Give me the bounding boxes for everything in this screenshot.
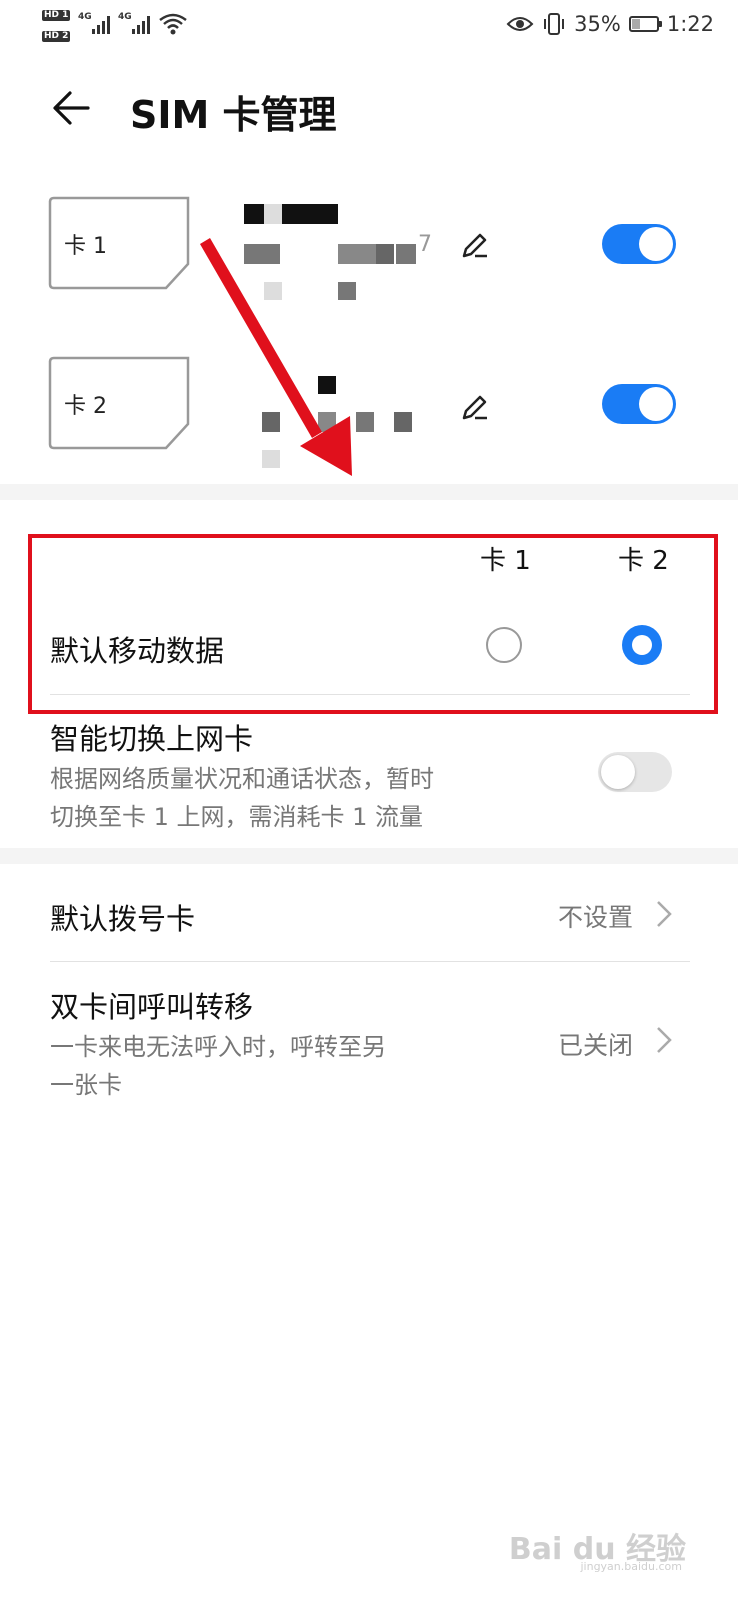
arrow-left-icon[interactable] bbox=[50, 86, 94, 130]
sim-card-2-graphic: 卡 2 bbox=[48, 356, 190, 450]
vibrate-icon bbox=[544, 13, 565, 35]
eye-comfort-icon bbox=[506, 17, 534, 31]
call-forward-value: 已关闭 bbox=[558, 1031, 634, 1060]
sim-card-1-graphic: 卡 1 bbox=[48, 196, 190, 290]
sim1-signal-icon bbox=[92, 14, 110, 34]
column-header-sim2: 卡 2 bbox=[618, 546, 669, 576]
call-forward-row[interactable]: 双卡间呼叫转移 一卡来电无法呼入时，呼转至另 一张卡 已关闭 bbox=[0, 962, 738, 1112]
status-bar: HD 1 HD 2 4G 4G 35% 1:22 bbox=[0, 0, 738, 56]
page-title: SIM 卡管理 bbox=[130, 93, 337, 137]
call-forward-desc-line1: 一卡来电无法呼入时，呼转至另 bbox=[50, 1033, 386, 1061]
sim-card-2-label: 卡 2 bbox=[64, 394, 107, 419]
row-divider bbox=[50, 694, 690, 695]
battery-icon bbox=[628, 16, 662, 32]
default-data-sim2-radio[interactable] bbox=[622, 625, 662, 665]
smart-switch-title: 智能切换上网卡 bbox=[50, 722, 254, 756]
call-forward-title: 双卡间呼叫转移 bbox=[50, 990, 254, 1024]
pencil-icon[interactable] bbox=[460, 392, 490, 422]
annotation-highlight-box bbox=[28, 534, 718, 714]
baidu-jingyan-watermark: Bai du 经验 jingyan.baidu.com bbox=[509, 1524, 686, 1573]
watermark-url: jingyan.baidu.com bbox=[580, 1560, 682, 1573]
default-data-sim1-radio[interactable] bbox=[486, 627, 522, 663]
wifi-icon bbox=[159, 13, 187, 35]
chevron-right-icon bbox=[657, 1027, 672, 1053]
battery-percent: 35% bbox=[574, 12, 621, 36]
pencil-icon[interactable] bbox=[460, 230, 490, 260]
smart-switch-desc-line2: 切换至卡 1 上网，需消耗卡 1 流量 bbox=[50, 803, 424, 831]
call-forward-desc-line2: 一张卡 bbox=[50, 1071, 122, 1099]
default-dial-value: 不设置 bbox=[558, 903, 634, 932]
default-dial-row[interactable]: 默认拨号卡 不设置 bbox=[0, 864, 738, 960]
hd-voice-badge-1: HD 1 bbox=[42, 10, 71, 21]
sim-card-1-toggle[interactable] bbox=[602, 224, 676, 264]
smart-switch-desc-line1: 根据网络质量状况和通话状态，暂时 bbox=[50, 765, 434, 793]
annotation-arrow bbox=[200, 238, 352, 476]
sim2-network-type: 4G bbox=[118, 12, 132, 22]
sim-card-2-toggle[interactable] bbox=[602, 384, 676, 424]
sim-card-1-label: 卡 1 bbox=[64, 234, 107, 259]
section-separator bbox=[0, 848, 738, 864]
clock: 1:22 bbox=[666, 12, 714, 36]
sim2-signal-icon bbox=[132, 14, 150, 34]
default-dial-title: 默认拨号卡 bbox=[50, 902, 196, 936]
section-separator bbox=[0, 484, 738, 500]
hd-voice-badge-2: HD 2 bbox=[42, 31, 71, 42]
status-right-group: 35% 1:22 bbox=[506, 12, 714, 36]
sim1-network-type: 4G bbox=[78, 12, 92, 22]
smart-switch-toggle[interactable] bbox=[598, 752, 672, 792]
sim-card-1-number-fragment: 7 bbox=[418, 232, 432, 257]
chevron-right-icon bbox=[657, 901, 672, 927]
column-header-sim1: 卡 1 bbox=[480, 546, 531, 576]
default-mobile-data-label: 默认移动数据 bbox=[50, 634, 225, 668]
